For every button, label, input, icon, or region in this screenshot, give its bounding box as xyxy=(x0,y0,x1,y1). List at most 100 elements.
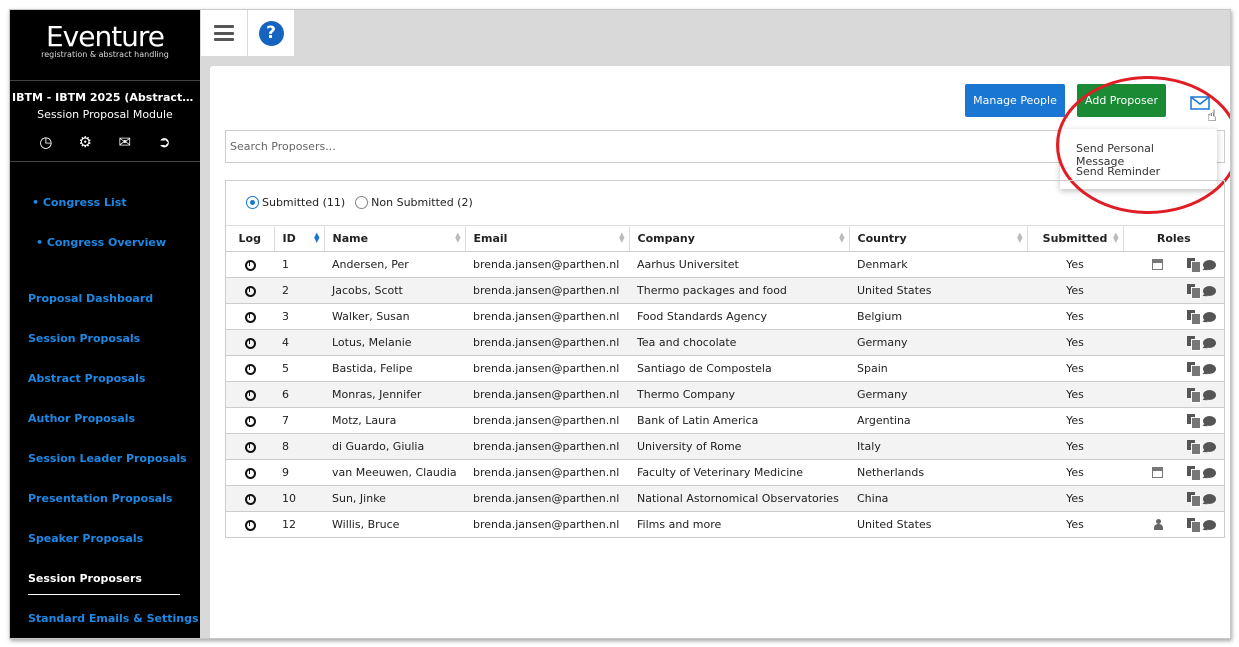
cell-log[interactable] xyxy=(226,459,274,486)
cell-id: 6 xyxy=(274,381,324,408)
clock-icon[interactable] xyxy=(244,311,256,323)
filter-submitted[interactable]: Submitted (11) xyxy=(246,196,345,209)
comment-icon[interactable] xyxy=(1203,493,1216,504)
sidebar-item-congress-overview[interactable]: • Congress Overview xyxy=(36,236,166,249)
cell-log[interactable] xyxy=(226,329,274,356)
table-row[interactable]: 5 Bastida, Felipe brenda.jansen@parthen.nl… xyxy=(226,355,1224,382)
calendar-icon[interactable] xyxy=(1152,259,1163,270)
table-row[interactable]: 3 Walker, Susan brenda.jansen@parthen.nl Fo… xyxy=(226,303,1224,330)
clock-icon[interactable] xyxy=(244,337,256,349)
cell-log[interactable] xyxy=(226,485,274,512)
sidebar-item-congress-list[interactable]: • Congress List xyxy=(32,196,127,209)
clock-icon[interactable] xyxy=(244,415,256,427)
table-row[interactable]: 4 Lotus, Melanie brenda.jansen@parthen.nl T… xyxy=(226,329,1224,356)
clock-icon[interactable] xyxy=(244,519,256,531)
calendar-icon[interactable] xyxy=(1152,467,1163,478)
cell-log[interactable] xyxy=(226,511,274,538)
copy-icon[interactable] xyxy=(1187,310,1201,325)
clock-icon[interactable] xyxy=(244,363,256,375)
cell-log[interactable] xyxy=(226,407,274,434)
table-row[interactable]: 2 Jacobs, Scott brenda.jansen@parthen.nl Th… xyxy=(226,277,1224,304)
roles-icons xyxy=(1131,336,1216,351)
sidebar-item-session-proposals[interactable]: Session Proposals xyxy=(28,332,140,345)
menu-item-send-personal-message[interactable]: Send Personal Message xyxy=(1060,135,1217,168)
table-row[interactable]: 12 Willis, Bruce brenda.jansen@parthen.nl F… xyxy=(226,511,1224,538)
column-header-log[interactable]: Log xyxy=(226,225,275,252)
comment-icon[interactable] xyxy=(1203,285,1216,296)
cell-log[interactable] xyxy=(226,277,274,304)
active-indicator xyxy=(28,594,180,595)
table-row[interactable]: 7 Motz, Laura brenda.jansen@parthen.nl Bank… xyxy=(226,407,1224,434)
comment-icon[interactable] xyxy=(1203,467,1216,478)
sidebar-item-session-proposers[interactable]: Session Proposers xyxy=(28,572,142,585)
cell-log[interactable] xyxy=(226,355,274,382)
copy-icon[interactable] xyxy=(1187,492,1201,507)
comment-icon[interactable] xyxy=(1203,389,1216,400)
radio-unselected-icon[interactable] xyxy=(355,196,369,209)
sidebar-item-abstract-proposals[interactable]: Abstract Proposals xyxy=(28,372,145,385)
event-title[interactable]: IBTM - IBTM 2025 (Abstracts & Par... xyxy=(10,91,200,104)
help-button[interactable]: ? xyxy=(248,10,294,56)
table-row[interactable]: 6 Monras, Jennifer brenda.jansen@parthen.n… xyxy=(226,381,1224,408)
comment-icon[interactable] xyxy=(1203,337,1216,348)
column-header-company[interactable]: Company ▲ ▼ xyxy=(629,225,850,252)
gear-icon[interactable]: ⚙ xyxy=(73,133,97,151)
menu-toggle-button[interactable] xyxy=(201,10,247,56)
copy-icon[interactable] xyxy=(1187,414,1201,429)
clock-icon[interactable] xyxy=(244,285,256,297)
cell-id: 12 xyxy=(274,511,324,538)
sidebar-item-author-proposals[interactable]: Author Proposals xyxy=(28,412,135,425)
cell-country: China xyxy=(849,485,1027,512)
clock-icon[interactable] xyxy=(244,467,256,479)
sidebar-item-proposal-dashboard[interactable]: Proposal Dashboard xyxy=(28,292,153,305)
table-row[interactable]: 1 Andersen, Per brenda.jansen@parthen.nl Aa… xyxy=(226,251,1224,278)
sidebar-item-speaker-proposals[interactable]: Speaker Proposals xyxy=(28,532,143,545)
manage-people-button[interactable]: Manage People xyxy=(965,84,1065,117)
person-icon[interactable] xyxy=(1153,519,1163,530)
table-row[interactable]: 9 van Meeuwen, Claudia brenda.jansen@parth… xyxy=(226,459,1224,486)
table-row[interactable]: 10 Sun, Jinke brenda.jansen@parthen.nl Nati… xyxy=(226,485,1224,512)
clock-icon[interactable] xyxy=(244,389,256,401)
comment-icon[interactable] xyxy=(1203,441,1216,452)
copy-icon[interactable] xyxy=(1187,466,1201,481)
clock-icon[interactable] xyxy=(244,441,256,453)
comment-icon[interactable] xyxy=(1203,259,1216,270)
radio-selected-icon[interactable] xyxy=(246,196,259,209)
clock-icon[interactable] xyxy=(244,493,256,505)
copy-icon[interactable] xyxy=(1187,258,1201,273)
cell-id: 3 xyxy=(274,303,324,330)
table-row[interactable]: 8 di Guardo, Giulia brenda.jansen@parthen.… xyxy=(226,433,1224,460)
cell-log[interactable] xyxy=(226,303,274,330)
copy-icon[interactable] xyxy=(1187,518,1201,533)
column-header-submitted[interactable]: Submitted ▲ ▼ xyxy=(1027,225,1124,252)
clock-icon[interactable] xyxy=(244,259,256,271)
sidebar-item-session-leader-proposals[interactable]: Session Leader Proposals xyxy=(28,452,187,465)
clock-icon[interactable]: ◷ xyxy=(34,133,58,151)
filter-non-submitted[interactable]: Non Submitted (2) xyxy=(355,196,473,209)
copy-icon[interactable] xyxy=(1187,284,1201,299)
mail-icon[interactable]: ✉ xyxy=(113,133,137,151)
comment-icon[interactable] xyxy=(1203,311,1216,322)
column-header-email[interactable]: Email ▲ ▼ xyxy=(465,225,630,252)
add-proposer-button[interactable]: Add Proposer xyxy=(1077,84,1166,117)
cell-log[interactable] xyxy=(226,433,274,460)
logout-icon[interactable]: ➲ xyxy=(152,133,176,151)
copy-icon[interactable] xyxy=(1187,440,1201,455)
comment-icon[interactable] xyxy=(1203,415,1216,426)
column-header-country[interactable]: Country ▲ ▼ xyxy=(849,225,1028,252)
copy-icon[interactable] xyxy=(1187,336,1201,351)
sidebar-item-standard-emails[interactable]: Standard Emails & Settings xyxy=(28,612,199,625)
copy-icon[interactable] xyxy=(1187,362,1201,377)
column-header-id[interactable]: ID ▲ ▼ xyxy=(274,225,325,252)
cell-log[interactable] xyxy=(226,381,274,408)
cell-name: Walker, Susan xyxy=(324,303,465,330)
sidebar-item-presentation-proposals[interactable]: Presentation Proposals xyxy=(28,492,172,505)
copy-icon[interactable] xyxy=(1187,388,1201,403)
comment-icon[interactable] xyxy=(1203,363,1216,374)
proposers-table: Log ID ▲ ▼ Name ▲ ▼ Email ▲ ▼ Company ▲ ▼ Countr… xyxy=(226,225,1224,538)
column-header-name[interactable]: Name ▲ ▼ xyxy=(324,225,466,252)
roles-icons xyxy=(1131,518,1216,533)
comment-icon[interactable] xyxy=(1203,519,1216,530)
cell-log[interactable] xyxy=(226,251,274,278)
cell-email: brenda.jansen@parthen.nl xyxy=(465,303,629,330)
